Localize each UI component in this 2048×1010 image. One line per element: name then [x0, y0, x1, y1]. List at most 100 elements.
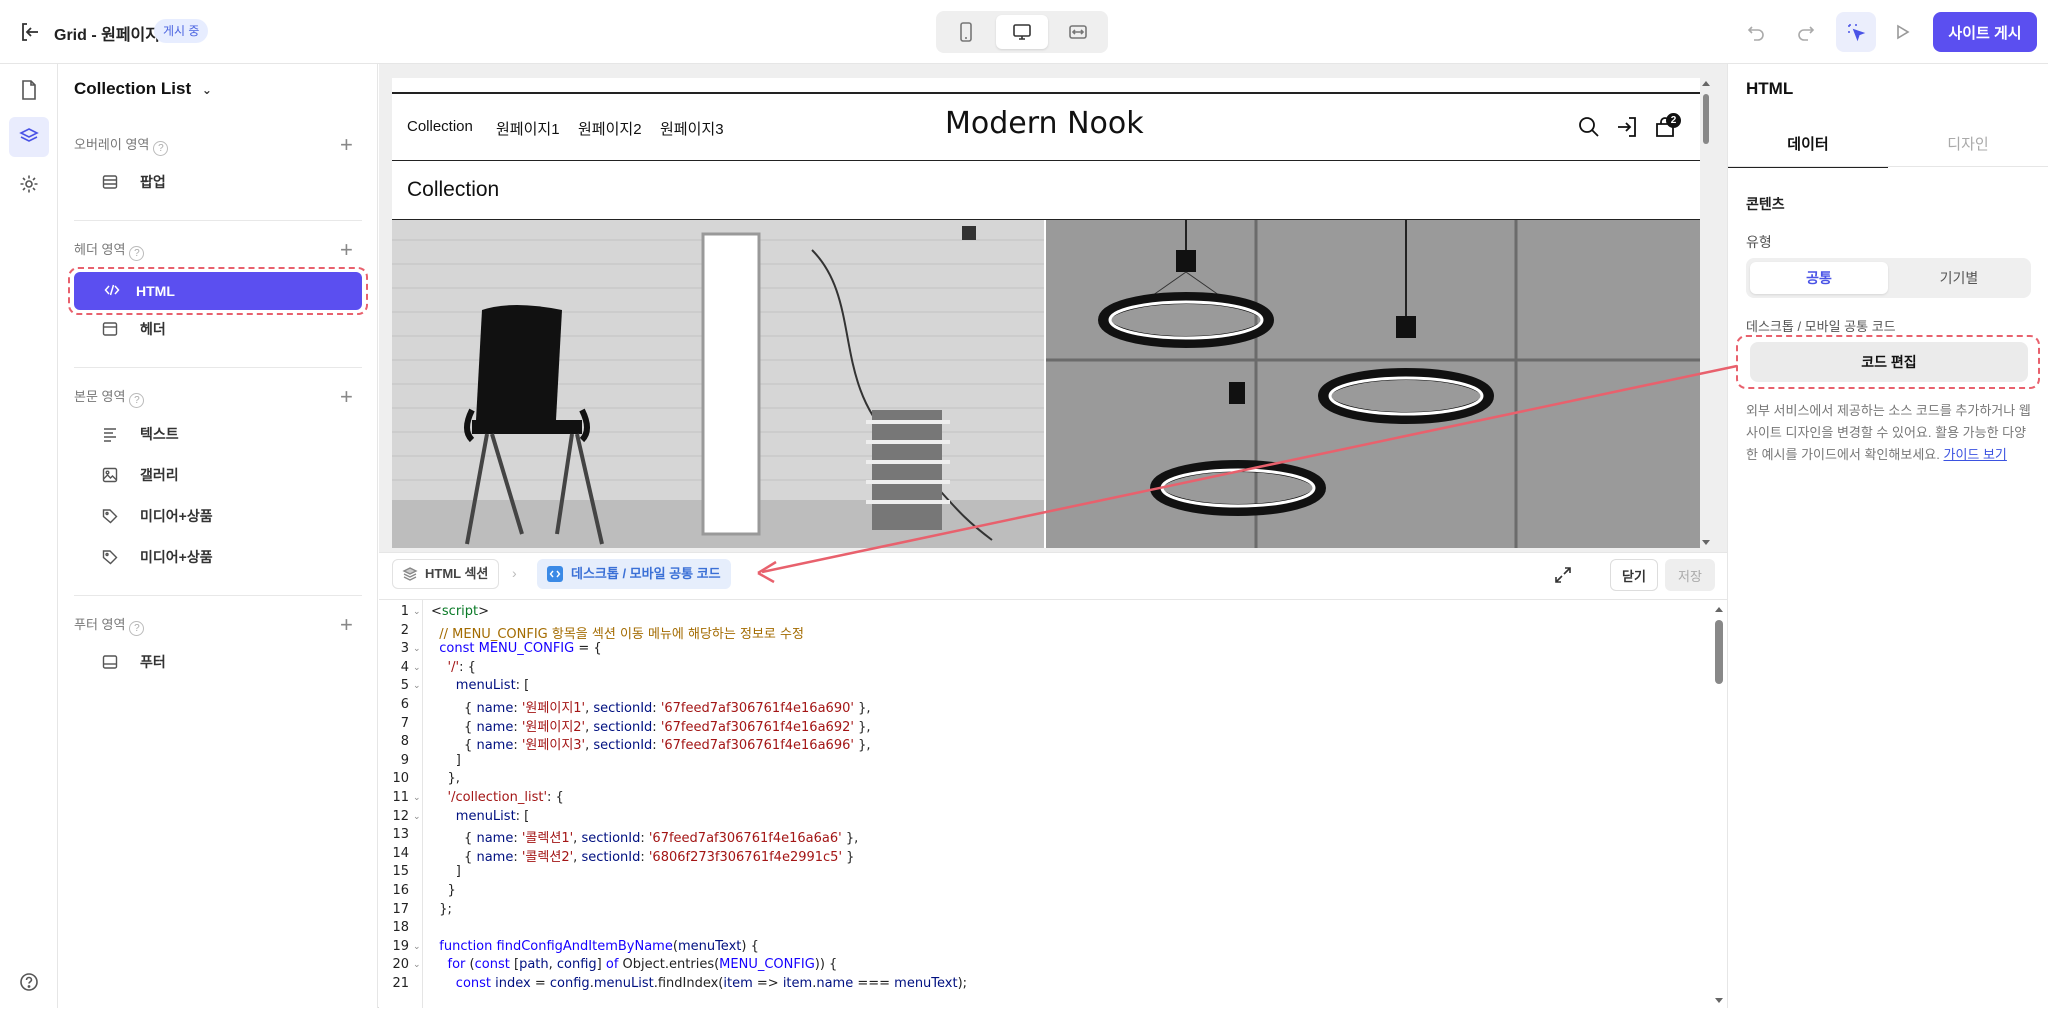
exit-icon[interactable] — [18, 20, 42, 44]
fold-chevron-icon[interactable]: ⌄ — [413, 607, 421, 617]
nav-link-onepage2[interactable]: 원페이지2 — [578, 118, 642, 139]
site-preview[interactable]: Collection 원페이지1 원페이지2 원페이지3 Modern Nook… — [392, 78, 1700, 548]
code-line[interactable]: }, — [431, 771, 460, 786]
code-line[interactable]: } — [431, 883, 456, 898]
layer-label: 갤러리 — [140, 467, 179, 483]
save-button[interactable]: 저장 — [1665, 559, 1715, 591]
question-icon[interactable]: ? — [129, 621, 145, 636]
breadcrumb-current[interactable]: 데스크톱 / 모바일 공통 코드 — [537, 559, 731, 589]
code-line[interactable]: '/': { — [431, 660, 476, 675]
play-preview-icon[interactable] — [1890, 20, 1914, 44]
tab-data[interactable]: 데이터 — [1728, 126, 1888, 168]
layer-item-popup[interactable]: 팝업 — [68, 164, 368, 200]
add-header-button[interactable]: + — [340, 239, 353, 261]
settings-gear-icon[interactable] — [15, 170, 43, 198]
add-overlay-button[interactable]: + — [340, 134, 353, 156]
code-line[interactable]: // MENU_CONFIG 항목을 섹션 이동 메뉴에 해당하는 정보로 수정 — [431, 623, 804, 642]
preview-scrollbar[interactable] — [1700, 78, 1712, 548]
type-option-per-device[interactable]: 기기별 — [1890, 262, 2028, 294]
select-tool-button[interactable] — [1836, 12, 1876, 52]
add-footer-button[interactable]: + — [340, 614, 353, 636]
divider — [74, 367, 362, 368]
fullscreen-icon[interactable] — [1553, 565, 1573, 585]
line-number: 10 — [392, 771, 409, 787]
code-line[interactable]: { name: '콜렉션1', sectionId: '67feed7af306… — [431, 827, 858, 846]
collection-image-chair[interactable] — [392, 220, 1044, 548]
code-line[interactable]: { name: '원페이지2', sectionId: '67feed7af30… — [431, 716, 870, 735]
code-line[interactable]: const index = config.menuList.findIndex(… — [431, 976, 967, 991]
question-icon[interactable]: ? — [153, 141, 169, 156]
code-line[interactable]: const MENU_CONFIG = { — [431, 641, 601, 656]
layer-item-media-product[interactable]: 미디어+상품 — [68, 498, 368, 534]
type-option-common[interactable]: 공통 — [1750, 262, 1888, 294]
code-line[interactable]: function findConfigAndItemByName(menuTex… — [431, 939, 759, 954]
line-number: 4 — [400, 659, 409, 675]
redo-icon[interactable] — [1794, 20, 1818, 44]
help-icon[interactable] — [15, 968, 43, 996]
code-icon — [547, 566, 563, 582]
undo-icon[interactable] — [1744, 20, 1768, 44]
section-header-body: 본문 영역? — [74, 386, 145, 408]
line-number: 7 — [400, 715, 409, 731]
layer-label: 미디어+상품 — [140, 508, 213, 524]
breadcrumb-html-section[interactable]: HTML 섹션 — [392, 559, 500, 589]
code-line[interactable]: menuList: [ — [431, 678, 529, 693]
nav-link-onepage3[interactable]: 원페이지3 — [660, 118, 724, 139]
close-button[interactable]: 닫기 — [1610, 559, 1658, 591]
code-line[interactable]: menuList: [ — [431, 809, 529, 824]
login-icon[interactable] — [1616, 116, 1638, 138]
mobile-view-button[interactable] — [940, 15, 992, 49]
layer-label: 텍스트 — [140, 426, 179, 442]
fold-chevron-icon[interactable]: ⌄ — [413, 663, 421, 673]
layers-icon[interactable] — [9, 117, 49, 157]
fit-view-button[interactable] — [1052, 15, 1104, 49]
desktop-view-button[interactable] — [996, 15, 1048, 49]
pages-icon[interactable] — [15, 76, 43, 104]
fold-chevron-icon[interactable]: ⌄ — [413, 681, 421, 691]
code-line[interactable]: { name: '원페이지1', sectionId: '67feed7af30… — [431, 697, 870, 716]
code-line[interactable]: }; — [431, 902, 452, 917]
site-logo[interactable]: Modern Nook — [945, 106, 1144, 141]
divider — [74, 220, 362, 221]
code-line[interactable]: '/collection_list': { — [431, 790, 564, 805]
publish-site-button[interactable]: 사이트 게시 — [1933, 12, 2037, 52]
cart-count-badge: 2 — [1666, 113, 1681, 128]
fold-chevron-icon[interactable]: ⌄ — [413, 942, 421, 952]
layer-item-gallery[interactable]: 갤러리 — [68, 457, 368, 493]
guide-link[interactable]: 가이드 보기 — [1943, 447, 2006, 462]
header-layout-icon — [102, 322, 118, 336]
layer-item-header[interactable]: 헤더 — [68, 311, 368, 347]
page-selector[interactable]: Collection List ⌄ — [74, 79, 212, 99]
code-line[interactable]: { name: '콜렉션2', sectionId: '6806f273f306… — [431, 846, 854, 865]
question-icon[interactable]: ? — [129, 393, 145, 408]
code-line[interactable]: for (const [path, config] of Object.entr… — [431, 957, 838, 972]
tab-design[interactable]: 디자인 — [1888, 126, 2048, 168]
code-edit-button[interactable]: 코드 편집 — [1750, 342, 2028, 382]
nav-link-onepage1[interactable]: 원페이지1 — [496, 118, 560, 139]
nav-link-collection[interactable]: Collection — [407, 118, 473, 135]
layer-item-footer[interactable]: 푸터 — [68, 644, 368, 680]
code-editor[interactable]: 1 ⌄ <script> 2 // MENU_CONFIG 항목을 섹션 이동 메뉴에… — [379, 600, 1727, 1008]
search-icon[interactable] — [1578, 116, 1600, 138]
line-number: 19 — [392, 938, 409, 954]
code-scrollbar[interactable] — [1712, 604, 1726, 1006]
status-badge: 게시 중 — [154, 19, 209, 43]
code-line[interactable]: <script> — [431, 604, 489, 619]
layer-item-text[interactable]: 텍스트 — [68, 416, 368, 452]
fold-chevron-icon[interactable]: ⌄ — [413, 812, 421, 822]
code-line[interactable]: { name: '원페이지3', sectionId: '67feed7af30… — [431, 734, 870, 753]
collection-image-lights[interactable] — [1046, 220, 1700, 548]
code-line[interactable]: ] — [431, 753, 461, 768]
fold-chevron-icon[interactable]: ⌄ — [413, 644, 421, 654]
line-number: 16 — [392, 883, 409, 898]
fold-chevron-icon[interactable]: ⌄ — [413, 960, 421, 970]
footer-layout-icon — [102, 655, 118, 669]
line-number: 5 — [400, 678, 409, 694]
line-number: 8 — [400, 734, 409, 750]
layer-item-media-product-2[interactable]: 미디어+상품 — [68, 539, 368, 575]
fold-chevron-icon[interactable]: ⌄ — [413, 793, 421, 803]
layer-item-html[interactable]: HTML — [74, 272, 362, 310]
code-line[interactable]: ] — [431, 864, 461, 879]
add-body-button[interactable]: + — [340, 386, 353, 408]
question-icon[interactable]: ? — [129, 246, 145, 261]
